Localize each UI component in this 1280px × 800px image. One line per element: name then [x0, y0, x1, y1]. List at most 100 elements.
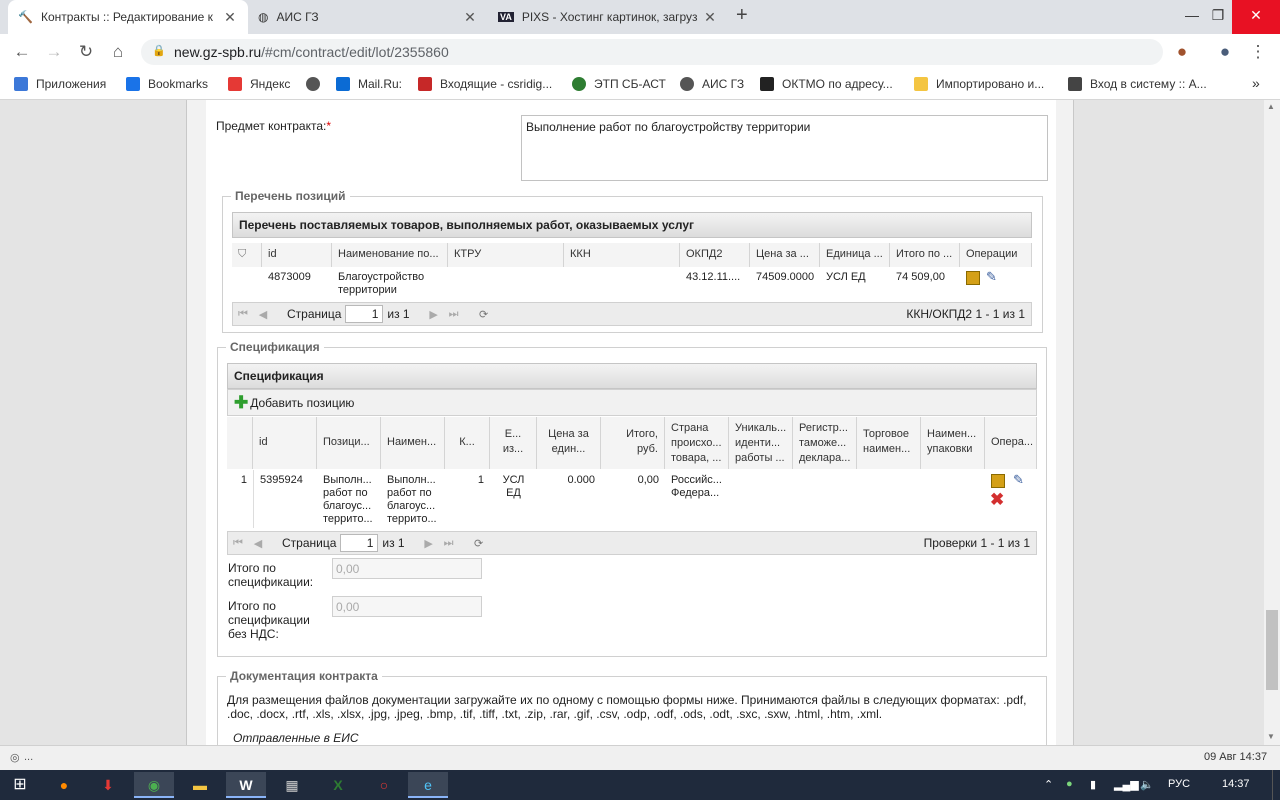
bookmark-login[interactable]: Вход в систему :: А...	[1068, 77, 1207, 91]
scroll-document-icon[interactable]	[966, 271, 980, 285]
address-bar[interactable]: 🔒 new.gz-spb.ru/#cm/contract/edit/lot/23…	[141, 39, 1163, 65]
refresh-icon[interactable]: ⟳	[469, 537, 489, 550]
col-id[interactable]: id	[262, 243, 332, 267]
refresh-icon[interactable]: ⟳	[474, 308, 494, 321]
col-qty[interactable]: К...	[445, 417, 490, 469]
col-total[interactable]: Итого по ...	[890, 243, 960, 267]
prev-page-icon[interactable]: ◀	[253, 308, 273, 321]
col-total[interactable]: Итого, руб.	[601, 417, 665, 469]
tray-device-icon[interactable]: ▮	[1090, 778, 1096, 791]
col-ktru[interactable]: КТРУ	[448, 243, 564, 267]
bookmark-oktmo[interactable]: ОКТМО по адресу...	[760, 77, 893, 91]
bookmark-bookmarks[interactable]: Bookmarks	[126, 77, 208, 91]
windows-start-icon[interactable]: ⊞	[0, 772, 40, 798]
menu-icon[interactable]: ⋮	[1246, 40, 1270, 64]
tab-pixs[interactable]: VA PIXS - Хостинг картинок, загруз ✕	[488, 0, 728, 34]
clock[interactable]: 14:37	[1222, 778, 1250, 790]
forward-button[interactable]: →	[42, 40, 66, 64]
opera-icon[interactable]: ○	[364, 772, 404, 798]
bookmark-imported[interactable]: Импортировано и...	[914, 77, 1044, 91]
next-page-icon[interactable]: ▶	[424, 308, 444, 321]
col-okpd2[interactable]: ОКПД2	[680, 243, 750, 267]
chrome-icon[interactable]: ◉	[134, 772, 174, 798]
col-id[interactable]: id	[253, 417, 317, 469]
last-page-icon[interactable]: ⏭	[439, 537, 459, 550]
prev-page-icon[interactable]: ◀	[248, 537, 268, 550]
next-page-icon[interactable]: ▶	[419, 537, 439, 550]
spec-total-field[interactable]: 0,00	[332, 558, 482, 579]
col-operations: Операции	[960, 243, 1032, 267]
bookmark-globe[interactable]	[306, 77, 328, 91]
col-position[interactable]: Позици...	[317, 417, 381, 469]
profile-avatar[interactable]: ●	[1213, 40, 1237, 64]
spec-total-novat-field[interactable]: 0,00	[332, 596, 482, 617]
bookmark-etp[interactable]: ЭТП СБ-АСТ	[572, 77, 666, 91]
add-position-button[interactable]: ✚ Добавить позицию	[227, 389, 1037, 416]
table-row[interactable]: 1 5395924 Выполн... работ по благоус... …	[227, 470, 1037, 528]
globe-icon: ◍	[258, 10, 269, 24]
bookmark-apps[interactable]: Приложения	[14, 77, 106, 91]
tab-contracts[interactable]: 🔨 Контракты :: Редактирование к ✕	[8, 0, 248, 34]
delete-icon[interactable]: ✖	[990, 490, 1004, 510]
col-customs[interactable]: Регистр... таможе... деклара...	[793, 417, 857, 469]
extension-icon[interactable]: ●	[1170, 40, 1194, 64]
tray-app-icon[interactable]: ●	[1066, 778, 1073, 790]
col-unit[interactable]: Единица ...	[820, 243, 890, 267]
cell-price: 74509.0000	[756, 271, 815, 283]
first-page-icon[interactable]: ⏮	[228, 537, 248, 550]
close-icon[interactable]: ✕	[222, 9, 238, 26]
scroll-up-icon[interactable]: ▲	[1267, 102, 1275, 111]
col-kkn[interactable]: ККН	[564, 243, 680, 267]
reload-button[interactable]: ↻	[74, 40, 98, 64]
col-unique-id[interactable]: Уникаль... иденти... работы ...	[729, 417, 793, 469]
home-button[interactable]: ⌂	[106, 40, 130, 64]
page-viewport: Предмет контракта:* Выполнение работ по …	[0, 100, 1264, 745]
scroll-thumb[interactable]	[1266, 610, 1278, 690]
back-button[interactable]: ←	[10, 40, 34, 64]
bookmark-mailru[interactable]: Mail.Ru:	[336, 77, 402, 91]
close-icon[interactable]: ✕	[702, 9, 718, 26]
col-price[interactable]: Цена за един...	[537, 417, 601, 469]
volume-icon[interactable]: 🔈	[1140, 778, 1154, 791]
col-unit[interactable]: Е... из...	[490, 417, 537, 469]
page-input[interactable]: 1	[340, 534, 379, 552]
scroll-document-icon[interactable]	[991, 474, 1005, 488]
more-bookmarks-icon[interactable]: »	[1252, 75, 1260, 91]
firefox-icon[interactable]: ●	[44, 772, 84, 798]
language-indicator[interactable]: РУС	[1168, 778, 1190, 790]
tray-expand-icon[interactable]: ⌃	[1044, 778, 1053, 791]
last-page-icon[interactable]: ⏭	[444, 308, 464, 321]
filter-clear-icon[interactable]: ⛉	[232, 243, 262, 267]
close-icon[interactable]: ✕	[462, 9, 478, 26]
first-page-icon[interactable]: ⏮	[233, 308, 253, 321]
ie-icon[interactable]: e	[408, 772, 448, 798]
col-price[interactable]: Цена за ...	[750, 243, 820, 267]
download-app-icon[interactable]: ⬇	[88, 772, 128, 798]
col-package[interactable]: Наимен... упаковки	[921, 417, 985, 469]
edit-pencil-icon[interactable]: ✎	[986, 269, 997, 285]
new-tab-button[interactable]: +	[736, 4, 748, 27]
bookmark-gmail[interactable]: Входящие - csridig...	[418, 77, 552, 91]
page-scrollbar[interactable]: ▲ ▼	[1264, 100, 1280, 745]
cell-id: 5395924	[253, 470, 317, 528]
subject-textarea[interactable]: Выполнение работ по благоустройству терр…	[521, 115, 1048, 181]
explorer-icon[interactable]: ▬	[180, 772, 220, 798]
col-trade-name[interactable]: Торговое наимен...	[857, 417, 921, 469]
table-row[interactable]: 4873009 Благоустройство территории 43.12…	[232, 267, 1032, 299]
page-input[interactable]: 1	[345, 305, 384, 323]
col-name[interactable]: Наимен...	[381, 417, 445, 469]
tab-strip: 🔨 Контракты :: Редактирование к ✕ ◍ АИС …	[0, 0, 1280, 34]
col-country[interactable]: Страна происхо... товара, ...	[665, 417, 729, 469]
edit-pencil-icon[interactable]: ✎	[1013, 472, 1024, 488]
col-name[interactable]: Наименование по...	[332, 243, 448, 267]
scroll-down-icon[interactable]: ▼	[1267, 732, 1275, 741]
word-icon[interactable]: W	[226, 772, 266, 798]
window-close-button[interactable]: ✕	[1232, 0, 1280, 34]
tab-ais-gz[interactable]: ◍ АИС ГЗ ✕	[248, 0, 488, 34]
bookmark-ais[interactable]: АИС ГЗ	[680, 77, 744, 91]
network-icon[interactable]: ▂▄▆	[1114, 778, 1139, 791]
calculator-icon[interactable]: ▦	[272, 772, 312, 798]
bookmark-yandex[interactable]: Яндекс	[228, 77, 290, 91]
excel-icon[interactable]: X	[318, 772, 358, 798]
show-desktop-button[interactable]	[1272, 770, 1280, 800]
